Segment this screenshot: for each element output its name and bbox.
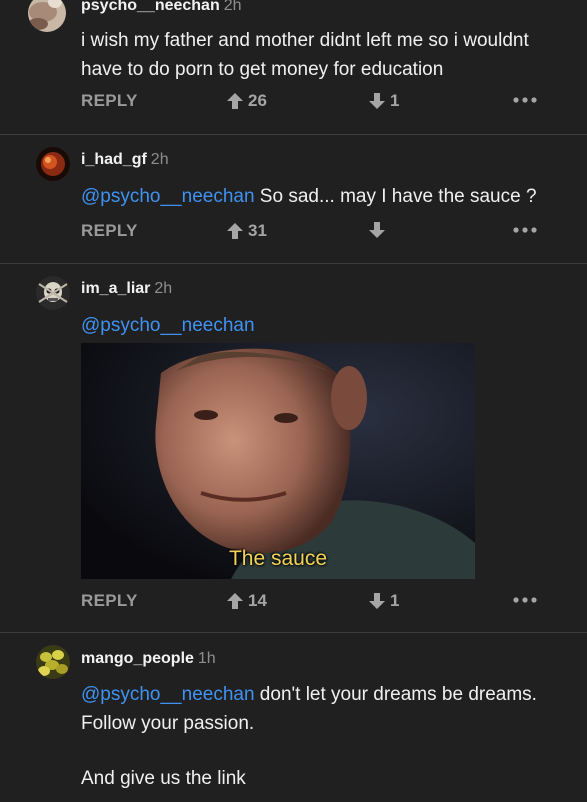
comment-text: @psycho__neechan don't let your dreams b… <box>81 680 571 793</box>
mention-link[interactable]: @psycho__neechan <box>81 186 255 207</box>
comment-meta: mango_people 1h <box>81 650 216 668</box>
mention-link[interactable]: @psycho__neechan <box>81 684 255 705</box>
downvote-button[interactable] <box>368 221 390 239</box>
downvote-arrow-icon <box>369 93 385 109</box>
reply-button[interactable]: REPLY <box>81 591 138 611</box>
comment-actions: REPLY 14 1 <box>0 591 587 615</box>
comment-text-line: have to do porn to get money for educati… <box>81 59 444 80</box>
comment-psycho-neechan: psycho__neechan 2h i wish my father and m… <box>0 0 587 135</box>
downvote-arrow-icon <box>369 222 385 238</box>
upvote-arrow-icon <box>227 93 243 109</box>
downvote-arrow-icon <box>369 593 385 609</box>
username[interactable]: mango_people <box>81 650 194 667</box>
more-dots-icon[interactable] <box>512 593 538 607</box>
username[interactable]: psycho__neechan <box>81 0 220 14</box>
timestamp: 2h <box>223 0 242 14</box>
mention-link[interactable]: @psycho__neechan <box>81 315 255 336</box>
comment-text-line: And give us the link <box>81 768 246 789</box>
avatar[interactable] <box>28 0 66 32</box>
comment-text: @psycho__neechan <box>81 311 571 340</box>
reply-button[interactable]: REPLY <box>81 91 138 111</box>
upvote-arrow-icon <box>227 593 243 609</box>
upvote-button[interactable]: 31 <box>226 221 267 241</box>
comment-meta: im_a_liar 2h <box>81 280 172 298</box>
upvote-button[interactable]: 26 <box>226 91 267 111</box>
comment-meta: psycho__neechan 2h <box>81 0 242 15</box>
comment-actions: REPLY 26 1 <box>0 91 587 115</box>
upvote-count: 31 <box>248 221 267 240</box>
downvote-button[interactable]: 1 <box>368 91 399 111</box>
comment-text-content: So sad... may I have the sauce ? <box>254 186 537 207</box>
comment-text: i wish my father and mother didnt left m… <box>81 26 571 84</box>
meme-image[interactable]: The sauce <box>81 343 475 579</box>
avatar[interactable] <box>36 276 70 310</box>
upvote-button[interactable]: 14 <box>226 591 267 611</box>
meme-caption: The sauce <box>228 547 328 570</box>
comment-mango-people: mango_people 1h @psycho__neechan don't le… <box>0 633 587 802</box>
timestamp: 2h <box>154 280 173 297</box>
avatar[interactable] <box>36 147 70 181</box>
username[interactable]: i_had_gf <box>81 151 147 168</box>
meme-photo <box>81 343 475 579</box>
comment-text-line: i wish my father and mother didnt left m… <box>81 30 529 51</box>
comment-i-had-gf: i_had_gf 2h @psycho__neechan So sad... ma… <box>0 135 587 263</box>
avatar[interactable] <box>36 645 70 679</box>
more-dots-icon[interactable] <box>512 93 538 107</box>
reply-button[interactable]: REPLY <box>81 221 138 241</box>
comment-text-line: Follow your passion. <box>81 713 255 734</box>
comment-text-line: don't let your dreams be dreams. <box>254 684 537 705</box>
timestamp: 2h <box>150 151 169 168</box>
timestamp: 1h <box>197 650 216 667</box>
downvote-count: 1 <box>390 91 400 110</box>
comment-meta: i_had_gf 2h <box>81 151 169 169</box>
more-dots-icon[interactable] <box>512 223 538 237</box>
comment-text: @psycho__neechan So sad... may I have th… <box>81 182 571 211</box>
upvote-count: 26 <box>248 91 267 110</box>
downvote-button[interactable]: 1 <box>368 591 399 611</box>
comment-actions: REPLY 31 <box>0 221 587 245</box>
downvote-count: 1 <box>390 591 400 610</box>
upvote-count: 14 <box>248 591 267 610</box>
upvote-arrow-icon <box>227 223 243 239</box>
username[interactable]: im_a_liar <box>81 280 150 297</box>
